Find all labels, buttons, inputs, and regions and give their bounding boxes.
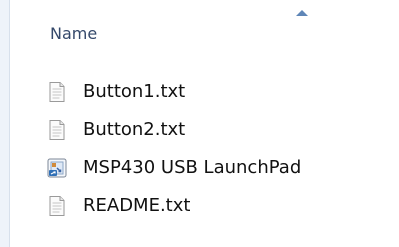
list-item[interactable]: README.txt xyxy=(45,191,385,221)
shortcut-icon xyxy=(47,158,67,178)
list-item[interactable]: Button2.txt xyxy=(45,115,385,145)
list-item[interactable]: MSP430 USB LaunchPad xyxy=(45,153,385,183)
text-document-icon xyxy=(49,196,65,216)
file-explorer-pane: Name Button1.txt Button2.txt MSP430 USB … xyxy=(0,0,399,247)
text-document-icon xyxy=(49,82,65,102)
name-column-header[interactable]: Name xyxy=(50,25,97,43)
list-item[interactable]: Button1.txt xyxy=(45,77,385,107)
text-document-icon xyxy=(49,120,65,140)
file-name: Button2.txt xyxy=(83,119,186,140)
column-header-row[interactable]: Name xyxy=(10,0,399,72)
file-name: MSP430 USB LaunchPad xyxy=(83,157,302,178)
sort-ascending-icon[interactable] xyxy=(296,10,308,16)
navigation-pane-edge xyxy=(0,0,10,247)
file-name: README.txt xyxy=(83,195,191,216)
file-name: Button1.txt xyxy=(83,81,186,102)
